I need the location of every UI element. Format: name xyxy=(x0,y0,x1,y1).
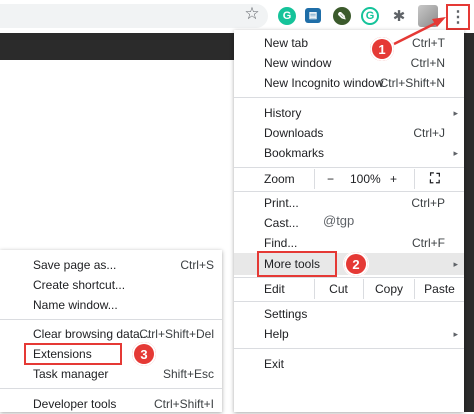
step-3-badge: 3 xyxy=(131,341,157,367)
step-1-badge: 1 xyxy=(369,36,395,62)
step-2-badge: 2 xyxy=(343,251,369,277)
step1-arrow xyxy=(389,17,446,48)
